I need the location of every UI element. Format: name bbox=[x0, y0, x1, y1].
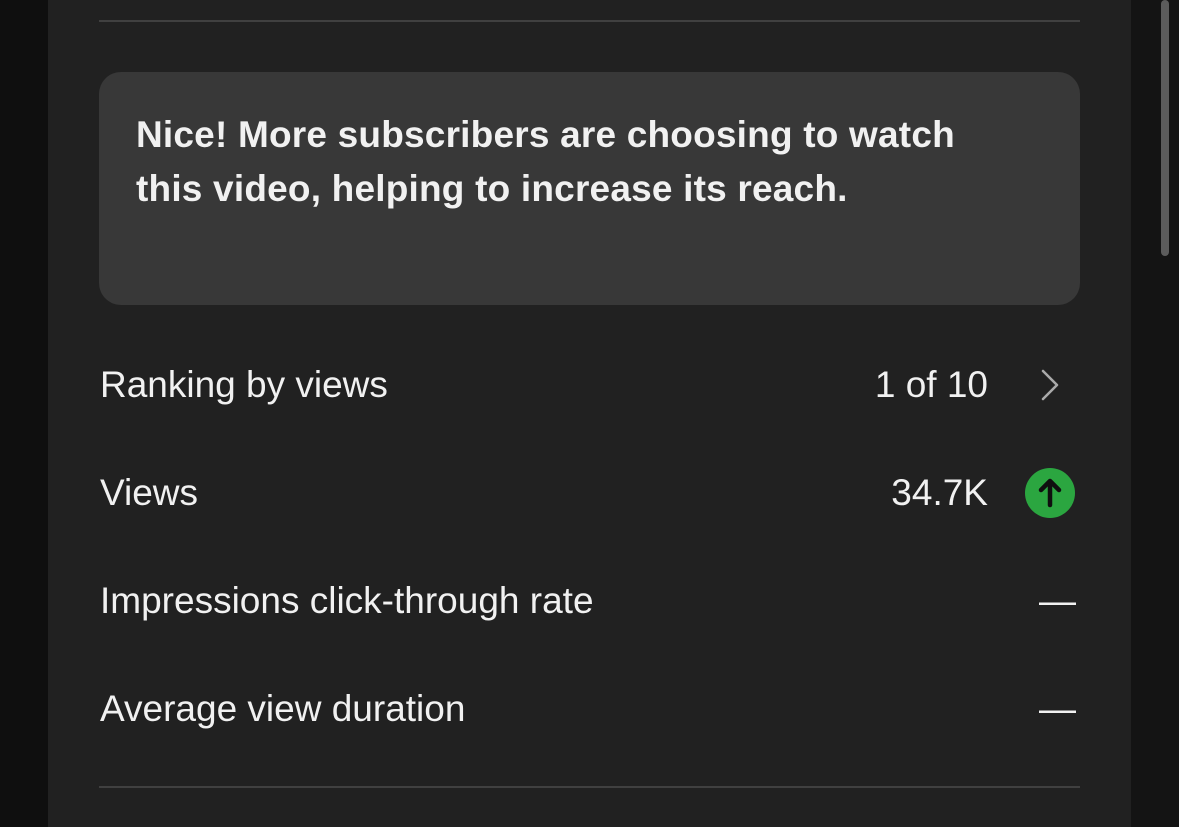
metric-label: Impressions click-through rate bbox=[100, 580, 594, 621]
insight-message: Nice! More subscribers are choosing to w… bbox=[136, 114, 955, 209]
scrollbar-thumb[interactable] bbox=[1161, 0, 1169, 256]
metric-label: Ranking by views bbox=[100, 364, 388, 405]
chevron-right-icon[interactable] bbox=[1038, 368, 1062, 402]
metric-row-views: Views 34.7K bbox=[99, 463, 1080, 523]
trend-up-icon bbox=[1025, 468, 1075, 518]
top-divider bbox=[99, 20, 1080, 22]
metric-row-ctr: Impressions click-through rate — bbox=[99, 571, 1080, 631]
metric-row-avg-duration: Average view duration — bbox=[99, 679, 1080, 739]
bottom-divider bbox=[99, 786, 1080, 788]
metric-value: 1 of 10 bbox=[874, 364, 988, 405]
metric-value: 34.7K bbox=[891, 472, 988, 513]
metric-value: — bbox=[1039, 688, 1076, 729]
metric-row-ranking[interactable]: Ranking by views 1 of 10 bbox=[99, 355, 1080, 415]
left-gutter bbox=[0, 0, 48, 827]
insight-card: Nice! More subscribers are choosing to w… bbox=[99, 72, 1080, 305]
metric-label: Views bbox=[100, 472, 199, 513]
right-gutter bbox=[1131, 0, 1179, 827]
metric-value: — bbox=[1039, 580, 1076, 621]
metric-label: Average view duration bbox=[100, 688, 466, 729]
